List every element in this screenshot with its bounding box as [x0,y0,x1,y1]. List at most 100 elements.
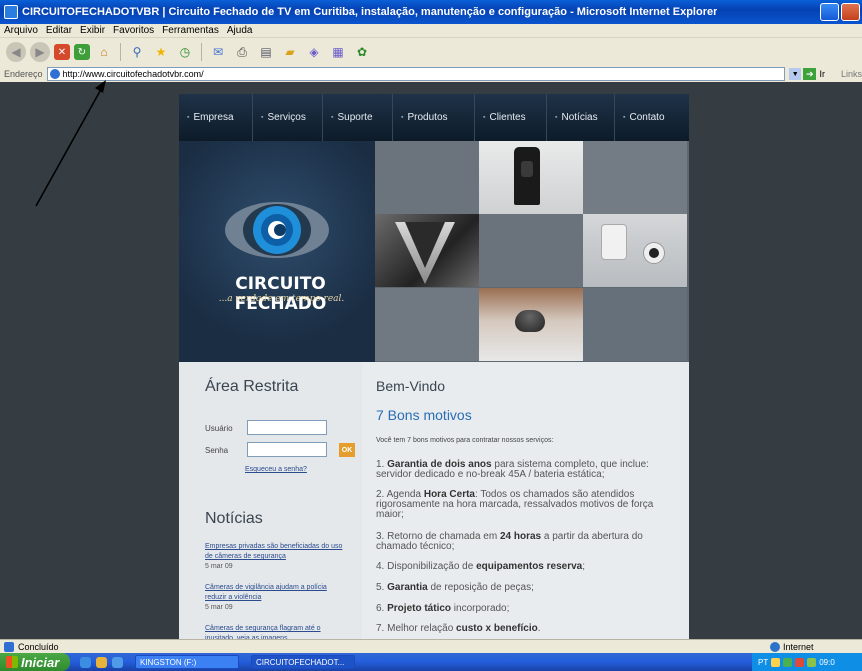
media-icon[interactable]: ▦ [328,42,348,62]
tile-sensor-camera [479,141,583,214]
site-nav: ▪ Empresa ▪ Serviços ▪ Suporte ▪ Produtos ▪ C… [179,94,689,141]
reason-item: 1. Garantia de dois anos para sistema co… [376,460,661,480]
window-title: CIRCUITOFECHADOTVBR | Circuito Fechado d… [22,6,718,18]
windows-taskbar: Iniciar KINGSTON (F:) CIRCUITOFECHADOT..… [0,653,862,671]
tile-v-sculpture [375,214,479,287]
reason-number: 4. [376,561,385,572]
reasons-intro: Você tem 7 bons motivos para contratar n… [376,437,554,444]
right-column: Bem-Vindo 7 Bons motivos Você tem 7 bons… [362,362,689,639]
nav-produtos[interactable]: ▪ Produtos [393,94,475,141]
tray-icon[interactable] [807,657,817,667]
menu-arquivo[interactable]: Arquivo [4,25,38,36]
news-link[interactable]: Empresas privadas são beneficiadas do us… [205,542,345,562]
tray-icon[interactable] [771,657,781,667]
reason-highlight: 24 horas [499,531,542,542]
nav-suporte[interactable]: ▪ Suporte [323,94,393,141]
stop-icon[interactable]: ✕ [54,44,70,60]
menu-ferramentas[interactable]: Ferramentas [162,25,219,36]
nav-label: Notícias [561,112,598,123]
news-date: 5 mar 09 [205,563,233,570]
nav-label: Clientes [489,112,526,123]
messenger-icon[interactable] [96,656,107,668]
reason-item: 6. Projeto tático incorporado; [376,604,661,614]
forward-arrow-icon[interactable]: ▶ [30,42,50,62]
motion-sensor-icon [601,224,627,260]
ie-icon[interactable] [112,656,123,668]
zone-label: Internet [783,642,814,652]
folder-icon[interactable]: ▰ [280,42,300,62]
menu-favoritos[interactable]: Favoritos [113,25,154,36]
menu-editar[interactable]: Editar [46,25,72,36]
news-link[interactable]: Câmeras de segurança flagram até o inusi… [205,624,345,639]
password-input[interactable] [247,442,327,457]
globe-icon [770,642,780,652]
taskbar-item-ie[interactable]: CIRCUITOFECHADOT... [251,655,355,669]
mail-icon[interactable]: ✉ [208,42,228,62]
language-indicator[interactable]: PT [758,658,768,667]
nav-label: Suporte [337,112,373,123]
tile-dome-camera [479,288,583,361]
menu-exibir[interactable]: Exibir [80,25,105,36]
show-desktop-icon[interactable] [80,656,91,668]
window-title-bar[interactable]: CIRCUITOFECHADOTVBR | Circuito Fechado d… [0,0,862,24]
reason-text: Melhor relação [387,623,457,634]
status-bar: Concluído Internet [0,639,862,653]
camera-lens [521,161,533,177]
search-icon[interactable]: ⚲ [127,42,147,62]
nav-contato[interactable]: ▪ Contato [615,94,689,141]
nav-noticias[interactable]: ▪ Notícias [547,94,615,141]
quick-launch [80,656,123,668]
logo-panel: CIRCUITO FECHADO ...a verdade em tempo r… [179,141,375,362]
status-text: Concluído [18,641,59,652]
refresh-icon[interactable]: ↻ [74,44,90,60]
bullet-icon: ▪ [623,114,626,121]
bullet-icon: ▪ [555,114,558,121]
reason-item: 3. Retorno de chamada em 24 horas a part… [376,532,661,552]
close-button[interactable] [841,3,860,21]
taskbar-item-kingston[interactable]: KINGSTON (F:) [135,655,239,669]
news-link[interactable]: Câmeras de vigilância ajudam a polícia r… [205,583,345,603]
product-tiles [375,141,689,362]
links-button[interactable]: Links [841,69,862,79]
page-viewport[interactable]: ▪ Empresa ▪ Serviços ▪ Suporte ▪ Produtos ▪ C… [0,82,862,639]
username-input[interactable] [247,420,327,435]
research-icon[interactable]: ◈ [304,42,324,62]
login-ok-button[interactable]: OK [339,443,355,457]
minimize-button[interactable] [820,3,839,21]
reason-highlight: Projeto tático [387,603,452,614]
home-icon[interactable]: ⌂ [94,42,114,62]
tile-blank [375,141,479,214]
tray-icon[interactable] [795,657,805,667]
start-button[interactable]: Iniciar [0,653,70,671]
reason-item: 4. Disponibilização de equipamentos rese… [376,562,661,572]
back-arrow-icon[interactable]: ◀ [6,42,26,62]
start-label: Iniciar [21,654,60,670]
nav-label: Produtos [407,112,448,123]
browser-toolbar: ◀ ▶ ✕ ↻ ⌂ ⚲ ★ ◷ ✉ ⎙ ▤ ▰ ◈ ▦ ✿ [0,38,862,66]
eye-logo-icon [225,202,329,258]
go-arrow-icon[interactable]: ➔ [802,68,817,80]
address-input[interactable]: http://www.circuitofechadotvbr.com/ [46,67,786,81]
tile-blank [583,288,687,361]
bullet-icon: ▪ [401,114,404,121]
nav-servicos[interactable]: ▪ Serviços [253,94,323,141]
window-controls [820,3,860,21]
reason-highlight: Garantia [387,582,428,593]
address-dropdown[interactable]: ▼ [789,68,801,80]
tile-blank [479,214,583,287]
history-icon[interactable]: ◷ [175,42,195,62]
nav-empresa[interactable]: ▪ Empresa [179,94,253,141]
go-button-label[interactable]: Ir [819,69,825,79]
toolbar-separator [201,43,202,61]
nav-clientes[interactable]: ▪ Clientes [475,94,547,141]
edit-icon[interactable]: ▤ [256,42,276,62]
tray-icon[interactable] [783,657,793,667]
printer-icon[interactable]: ⎙ [232,42,252,62]
forgot-password-link[interactable]: Esqueceu a senha? [245,466,307,473]
menu-ajuda[interactable]: Ajuda [227,25,253,36]
messenger-icon[interactable]: ✿ [352,42,372,62]
news-title: Notícias [205,510,263,527]
welcome-title: Bem-Vindo [376,378,446,394]
reason-highlight: custo x benefício [456,623,538,634]
star-icon[interactable]: ★ [151,42,171,62]
